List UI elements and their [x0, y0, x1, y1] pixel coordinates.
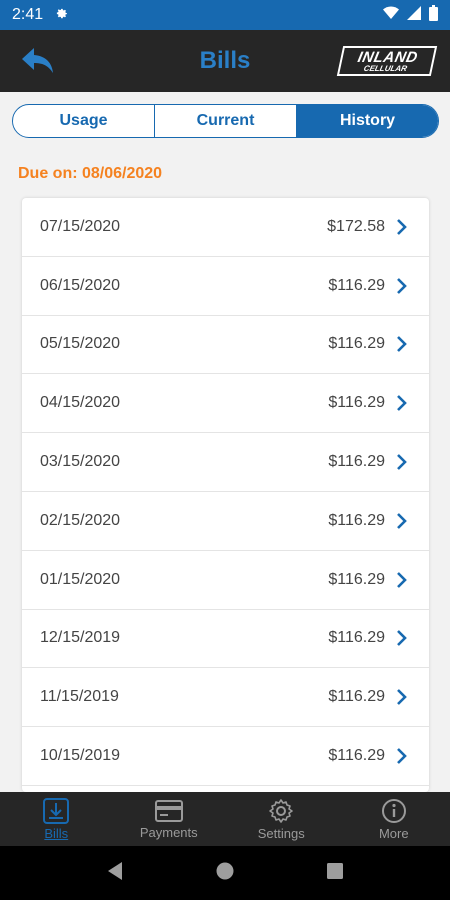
bill-row[interactable]: 07/15/2020 $172.58	[22, 198, 429, 257]
bill-amount: $116.29	[328, 453, 385, 471]
app-header: Bills INLAND CELLULAR	[0, 30, 450, 92]
bill-tabs: Usage Current History	[12, 104, 439, 138]
bill-row[interactable]: 03/15/2020 $116.29	[22, 433, 429, 492]
bill-amount: $116.29	[328, 276, 385, 294]
home-circle-icon[interactable]	[215, 861, 235, 886]
bill-amount: $116.29	[328, 511, 385, 529]
chevron-right-icon	[395, 570, 409, 590]
bill-amount: $172.58	[327, 217, 385, 235]
bill-amount: $116.29	[328, 394, 385, 412]
recents-square-icon[interactable]	[326, 862, 344, 885]
bill-amount: $116.29	[328, 747, 385, 765]
bill-date: 12/15/2019	[40, 629, 121, 647]
bill-amount: $116.29	[328, 335, 385, 353]
nav-bills[interactable]: Bills	[0, 792, 113, 846]
nav-bills-label: Bills	[44, 825, 69, 841]
bill-download-icon	[43, 797, 70, 824]
chevron-right-icon	[395, 393, 409, 413]
gear-icon	[269, 798, 294, 823]
chevron-right-icon	[395, 217, 409, 237]
bill-history-list: 07/15/2020 $172.58 06/15/2020 $116.29 05…	[22, 198, 429, 792]
bill-amount: $116.29	[328, 629, 385, 647]
info-icon	[381, 798, 406, 823]
chevron-right-icon	[395, 628, 409, 648]
bottom-navigation: Bills Payments Settings More	[0, 792, 450, 846]
bill-row[interactable]: 12/15/2019 $116.29	[22, 610, 429, 669]
bill-row[interactable]: 01/15/2020 $116.29	[22, 551, 429, 610]
chevron-right-icon	[395, 511, 409, 531]
status-icons	[383, 4, 438, 26]
wifi-icon	[383, 6, 399, 25]
signal-icon	[407, 5, 421, 25]
nav-payments-label: Payments	[139, 824, 198, 840]
logo-line2: CELLULAR	[362, 63, 409, 73]
tab-current[interactable]: Current	[155, 105, 297, 137]
back-triangle-icon[interactable]	[106, 861, 124, 886]
chevron-right-icon	[395, 746, 409, 766]
nav-settings-label: Settings	[257, 825, 305, 841]
tab-usage[interactable]: Usage	[13, 105, 155, 137]
bill-date: 02/15/2020	[40, 511, 121, 529]
logo-line1: INLAND	[356, 48, 420, 66]
bill-date: 11/15/2019	[40, 688, 119, 706]
chevron-right-icon	[395, 687, 409, 707]
nav-more[interactable]: More	[338, 792, 450, 846]
bill-date: 04/15/2020	[40, 394, 121, 412]
status-bar: 2:41	[0, 0, 450, 30]
bill-date: 05/15/2020	[40, 335, 121, 353]
bill-amount: $116.29	[328, 688, 385, 706]
status-time: 2:41	[12, 6, 44, 23]
bill-row[interactable]: 05/15/2020 $116.29	[22, 316, 429, 375]
bill-date: 01/15/2020	[40, 570, 121, 588]
chevron-right-icon	[395, 276, 409, 296]
nav-payments[interactable]: Payments	[113, 792, 226, 846]
settings-gear-status-icon	[55, 6, 69, 25]
back-button[interactable]	[20, 44, 56, 78]
chevron-right-icon	[395, 334, 409, 354]
bill-row[interactable]: 06/15/2020 $116.29	[22, 257, 429, 316]
bill-row[interactable]: 02/15/2020 $116.29	[22, 492, 429, 551]
bill-date: 07/15/2020	[40, 217, 121, 235]
due-date-label: Due on: 08/06/2020	[18, 165, 163, 182]
bill-date: 03/15/2020	[40, 453, 121, 471]
card-icon	[154, 799, 183, 822]
bill-row[interactable]: 04/15/2020 $116.29	[22, 374, 429, 434]
bill-date: 06/15/2020	[40, 276, 121, 294]
bill-date: 10/15/2019	[40, 747, 121, 765]
back-arrow-icon	[22, 48, 53, 73]
system-navigation-bar	[0, 846, 450, 900]
tab-history[interactable]: History	[297, 105, 438, 137]
nav-more-label: More	[378, 825, 409, 841]
page-title: Bills	[199, 47, 251, 74]
bill-amount: $116.29	[328, 570, 385, 588]
battery-icon	[429, 4, 438, 26]
chevron-right-icon	[395, 452, 409, 472]
inland-cellular-logo: INLAND CELLULAR	[336, 46, 438, 76]
nav-settings[interactable]: Settings	[225, 792, 338, 846]
bill-row[interactable]: 10/15/2019 $116.29	[22, 727, 429, 786]
bill-row[interactable]: 11/15/2019 $116.29	[22, 668, 429, 728]
